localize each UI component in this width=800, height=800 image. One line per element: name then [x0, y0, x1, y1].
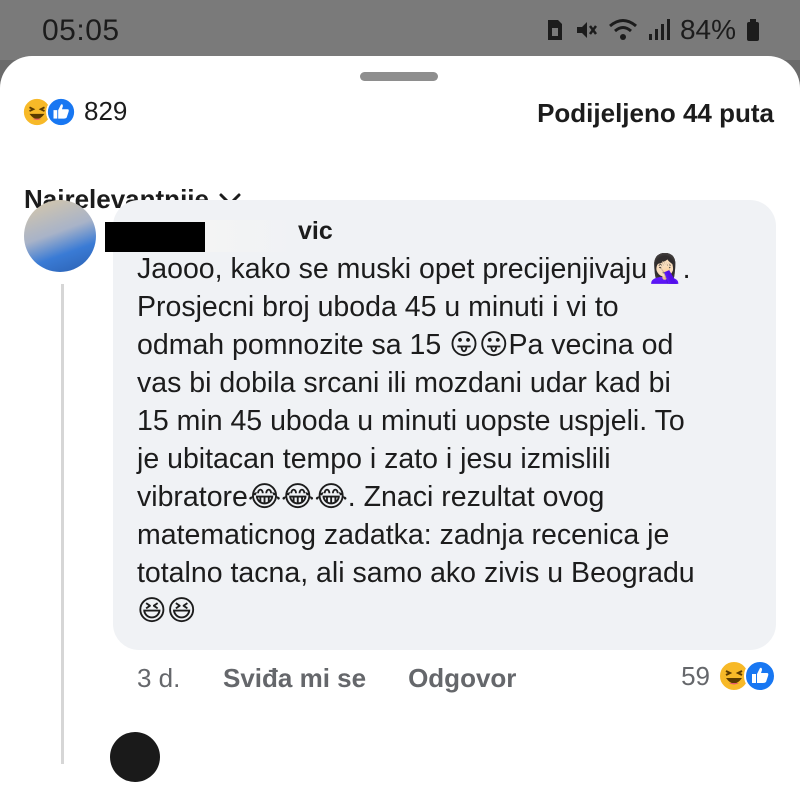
comment-line: 😆😆 — [137, 595, 197, 627]
comment-text: Jaooo, kako se muski opet precijenjivaju… — [137, 250, 762, 630]
comment-reactions[interactable]: 59 — [681, 660, 776, 692]
redaction-bar — [105, 222, 205, 252]
comment-line: totalno tacna, ali samo ako zivis u Beog… — [137, 557, 695, 589]
status-icons: 84% — [546, 14, 760, 46]
like-icon — [46, 96, 76, 127]
comment-line: 15 min 45 uboda u minuti uopste uspjeli.… — [137, 405, 685, 437]
thread-line — [61, 284, 64, 764]
comment-line: odmah pomnozite sa 15 😛😛Pa vecina od — [137, 329, 674, 361]
comment-line: je ubitacan tempo i zato i jesu izmislil… — [137, 443, 611, 475]
status-time: 05:05 — [42, 14, 120, 47]
signal-icon — [648, 18, 670, 42]
sim-icon — [546, 18, 564, 42]
redaction-fade — [200, 220, 300, 252]
battery-icon — [746, 18, 760, 42]
drag-handle[interactable] — [360, 72, 438, 81]
comment-timestamp[interactable]: 3 d. — [137, 663, 223, 694]
post-reactions[interactable]: 829 — [22, 96, 127, 127]
avatar[interactable] — [24, 200, 96, 272]
shares-count[interactable]: Podijeljeno 44 puta — [537, 98, 774, 129]
wifi-icon — [608, 18, 638, 42]
battery-percent: 84% — [679, 14, 736, 45]
post-reaction-count: 829 — [84, 96, 128, 126]
reply-button[interactable]: Odgovor — [408, 663, 516, 694]
comment-line: matematicnog zadatka: zadnja recenica je — [137, 519, 670, 551]
comment-author[interactable]: vic — [298, 217, 333, 246]
comment-line: Jaooo, kako se muski opet precijenjivaju… — [137, 253, 691, 285]
next-comment-avatar[interactable] — [110, 732, 160, 782]
like-icon — [744, 660, 776, 692]
comment-line: Prosjecni broj uboda 45 u minuti i vi to — [137, 291, 619, 323]
comment-reaction-count: 59 — [681, 660, 710, 691]
comment-actions: 3 d. Sviđa mi se Odgovor — [137, 663, 516, 694]
like-button[interactable]: Sviđa mi se — [223, 663, 366, 694]
comment-line: vas bi dobila srcani ili mozdani udar ka… — [137, 367, 671, 399]
status-bar: 05:05 84% — [0, 0, 800, 60]
comment-line: vibratore😂😂😂. Znaci rezultat ovog — [137, 481, 605, 513]
mute-icon — [574, 18, 598, 42]
